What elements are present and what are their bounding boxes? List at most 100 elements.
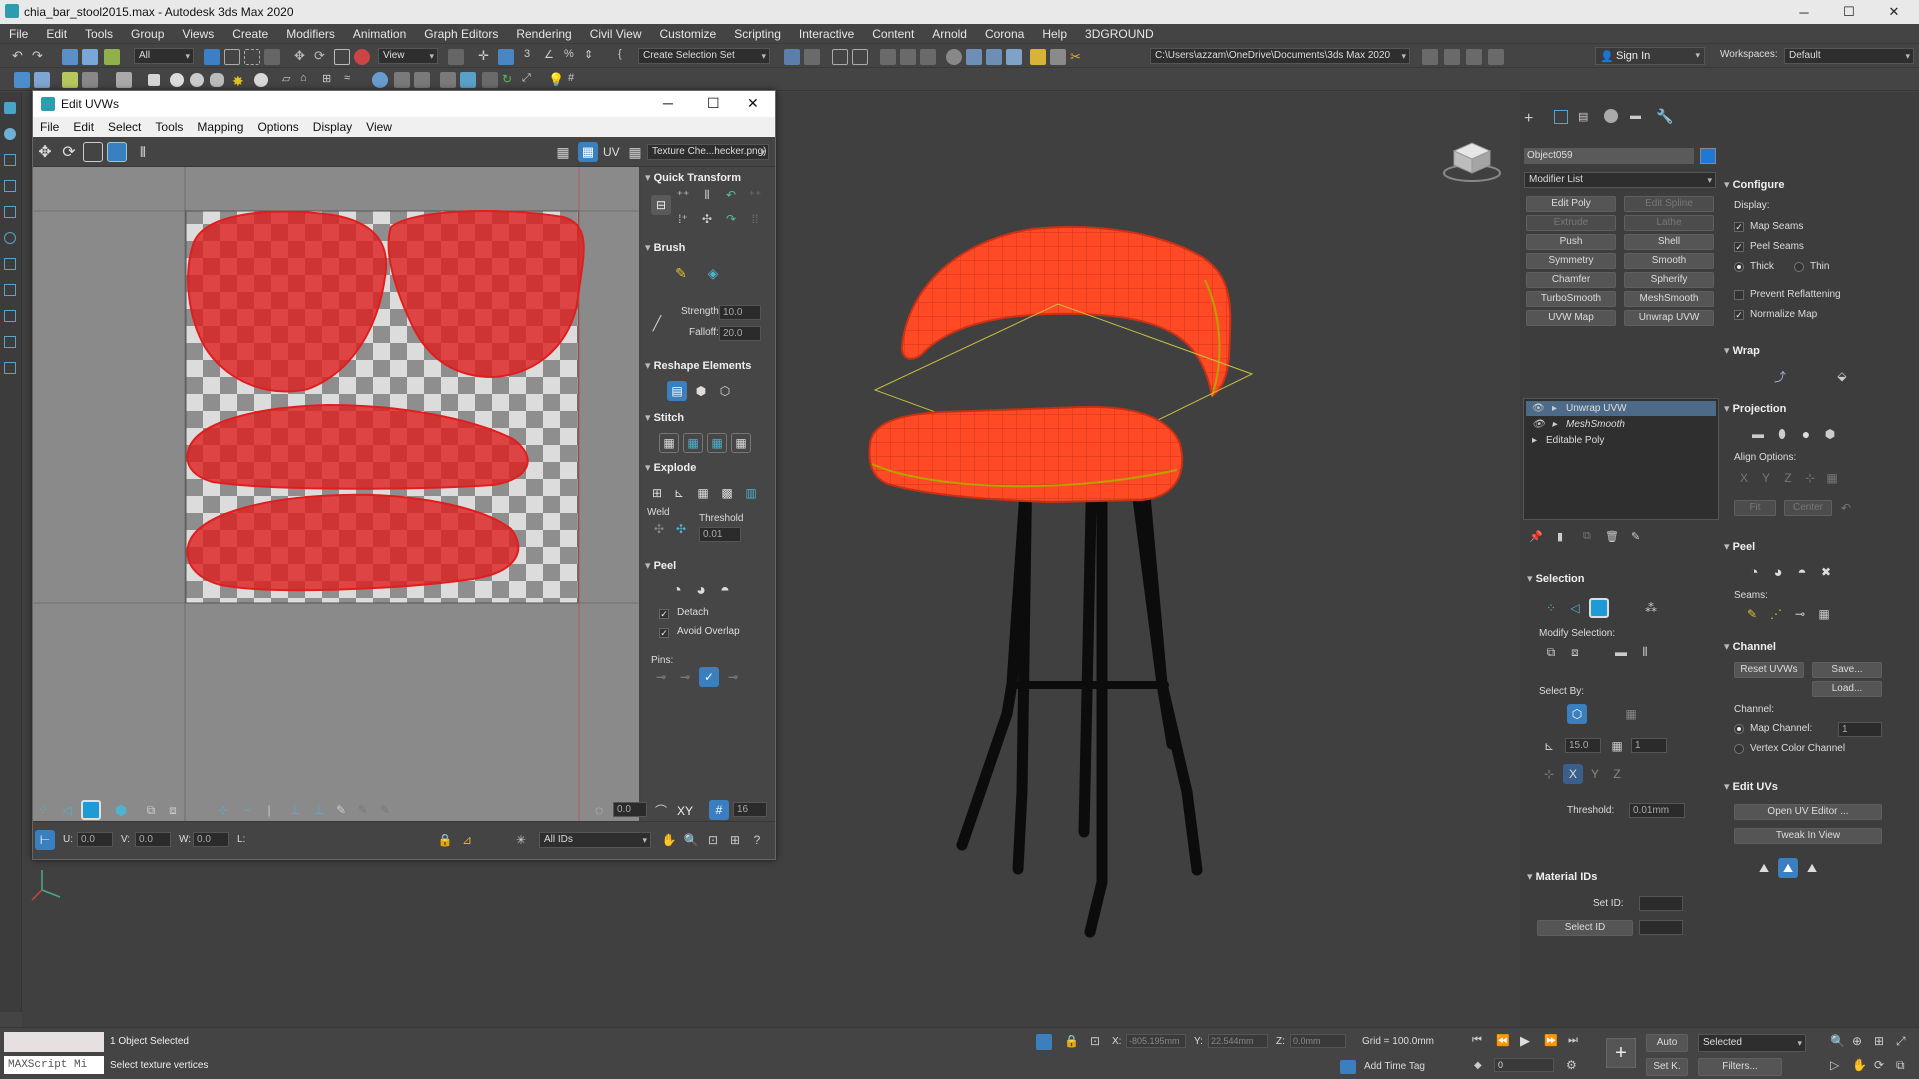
peel-seams-checkbox[interactable]: ✓ xyxy=(1734,242,1744,252)
x-coordinate-field[interactable]: -805.195mm xyxy=(1126,1034,1186,1048)
align-normal-icon[interactable]: ⊹ xyxy=(1800,468,1820,488)
select-id-spinner[interactable] xyxy=(1639,920,1683,935)
selection-threshold-spinner[interactable]: 0.01mm xyxy=(1629,803,1685,818)
checker-toggle-icon[interactable]: ▦ xyxy=(553,142,573,162)
spline-list-icon[interactable] xyxy=(4,336,16,348)
paint-move-icon[interactable]: ✎ xyxy=(671,263,691,283)
pan-icon[interactable]: ✋ xyxy=(659,830,679,850)
select-object-icon[interactable] xyxy=(204,49,220,65)
point-to-point-seams-icon[interactable]: ⋰ xyxy=(1766,604,1786,624)
redo-icon[interactable]: ↷ xyxy=(32,48,48,64)
globe-icon[interactable] xyxy=(372,72,388,88)
pin-peel-icon[interactable]: ✖ xyxy=(1816,562,1836,582)
edit-named-selection-icon[interactable]: { xyxy=(618,48,634,64)
edge-mode-icon[interactable]: ◁ xyxy=(57,800,77,820)
w-spinner[interactable]: 0.0 xyxy=(193,832,229,847)
menu-group[interactable]: Group xyxy=(122,27,173,41)
menu-tools[interactable]: Tools xyxy=(76,27,122,41)
turbosmooth-button[interactable]: TurboSmooth xyxy=(1526,291,1616,307)
vertex-color-channel-radio[interactable] xyxy=(1734,744,1744,754)
uv-menu-options[interactable]: Options xyxy=(250,120,305,134)
next-frame-icon[interactable]: ⏩ xyxy=(1544,1034,1558,1047)
uv-menu-mapping[interactable]: Mapping xyxy=(190,120,250,134)
lightbulb-icon[interactable]: 💡 xyxy=(548,72,564,88)
select-element-icon[interactable]: ⁂ xyxy=(1641,598,1661,618)
thin-radio[interactable] xyxy=(1794,262,1804,272)
stack-item-meshsmooth[interactable]: 👁 ▸ MeshSmooth xyxy=(1526,417,1716,432)
ribbon-populate-icon[interactable] xyxy=(116,72,132,88)
ribbon-freeform-icon[interactable] xyxy=(34,72,50,88)
u-spinner[interactable]: 0.0 xyxy=(77,832,113,847)
plane-icon[interactable]: ▱ xyxy=(282,72,298,88)
menu-arnold[interactable]: Arnold xyxy=(923,27,976,41)
flatten-by-angle-icon[interactable]: ⊾ xyxy=(669,483,689,503)
chamfer-button[interactable]: Chamfer xyxy=(1526,272,1616,288)
falloff-curve-icon[interactable]: ⌒ xyxy=(651,800,671,820)
space-horizontal-icon[interactable]: ✣ xyxy=(697,209,717,229)
scene-explorer-icon[interactable] xyxy=(832,49,848,65)
render-production-icon[interactable] xyxy=(1006,49,1022,65)
help-icon[interactable]: ? xyxy=(747,830,767,850)
map-seams-checkbox[interactable]: ✓ xyxy=(1734,222,1744,232)
close-button[interactable]: ✕ xyxy=(1871,0,1917,24)
menu-views[interactable]: Views xyxy=(173,27,223,41)
flatten-by-polygon-icon[interactable]: ▦ xyxy=(693,483,713,503)
edit-poly-button[interactable]: Edit Poly xyxy=(1526,196,1616,212)
key-filters-button[interactable]: Filters... xyxy=(1698,1058,1782,1076)
zoom-icon[interactable]: 🔍 xyxy=(681,830,701,850)
polygon-mode-icon[interactable] xyxy=(81,800,101,820)
expand-icon[interactable]: ▸ xyxy=(1552,417,1557,432)
save-uvws-button[interactable]: Save... xyxy=(1812,662,1882,678)
menu-3dground[interactable]: 3DGROUND xyxy=(1076,27,1163,41)
menu-modifiers[interactable]: Modifiers xyxy=(277,27,344,41)
go-to-end-icon[interactable]: ⏭ xyxy=(1568,1034,1578,1047)
flatten-by-material-icon[interactable]: ▥ xyxy=(741,483,761,503)
brush-rollout[interactable]: Brush xyxy=(645,241,769,257)
planar-map-icon[interactable]: ▬ xyxy=(1748,424,1768,444)
camera-list-icon[interactable] xyxy=(4,258,16,270)
render-in-cloud-icon[interactable] xyxy=(1030,49,1046,65)
reset-peel-icon[interactable]: ◓ xyxy=(715,581,735,601)
soft-selection-spinner[interactable]: 0.0 xyxy=(613,802,647,817)
pivot-icon[interactable] xyxy=(448,49,464,65)
menu-customize[interactable]: Customize xyxy=(651,27,726,41)
scissors-icon[interactable]: ✂ xyxy=(1070,49,1086,65)
time-tag-icon[interactable] xyxy=(1340,1060,1356,1074)
helper-icon[interactable]: ⊞ xyxy=(322,72,338,88)
uv-menu-file[interactable]: File xyxy=(33,120,66,134)
absolute-transform-icon[interactable]: ⊡ xyxy=(1090,1034,1100,1048)
texture-icon[interactable]: ▦ xyxy=(625,142,645,162)
mirror-icon[interactable] xyxy=(784,49,800,65)
pin-stack-icon[interactable]: 📌 xyxy=(1529,530,1543,543)
weld-threshold-spinner[interactable]: 0.01 xyxy=(699,527,741,542)
detach-checkbox[interactable]: ✓ xyxy=(659,609,669,619)
reset-projection-icon[interactable]: ↶ xyxy=(1836,498,1856,518)
isolate-icon[interactable] xyxy=(4,154,16,166)
render-setup-icon[interactable] xyxy=(966,49,982,65)
material-ids-header[interactable]: Material IDs xyxy=(1527,870,1598,883)
meshsmooth-button[interactable]: MeshSmooth xyxy=(1624,291,1714,307)
ignore-backfacing-icon[interactable]: ⬡ xyxy=(1567,704,1587,724)
uv-menu-select[interactable]: Select xyxy=(101,120,148,134)
menu-interactive[interactable]: Interactive xyxy=(790,27,863,41)
stitch-settings-icon[interactable]: ▦ xyxy=(731,433,751,453)
remove-modifier-icon[interactable]: 🗑 xyxy=(1605,530,1619,543)
workspace-dropdown[interactable]: Default xyxy=(1784,48,1914,64)
torus-icon[interactable] xyxy=(254,73,268,87)
unwrap-uvw-button[interactable]: Unwrap UVW xyxy=(1624,310,1714,326)
stitch-to-target-icon[interactable]: ▦ xyxy=(659,433,679,453)
utilities-tab-icon[interactable]: 🔧 xyxy=(1656,108,1673,125)
zoom-region-icon[interactable]: ⊡ xyxy=(703,830,723,850)
uv-maximize-button[interactable]: ☐ xyxy=(707,95,720,112)
box-icon[interactable] xyxy=(148,74,160,86)
modifier-list-dropdown[interactable]: Modifier List xyxy=(1524,172,1716,188)
configure-header[interactable]: Configure xyxy=(1724,178,1785,191)
set-id-spinner[interactable] xyxy=(1639,896,1683,911)
stitch-source-icon[interactable]: ▦ xyxy=(707,433,727,453)
vertex-mode-icon[interactable]: ⁘ xyxy=(33,800,53,820)
sphere-icon[interactable] xyxy=(170,73,184,87)
current-frame-field[interactable]: 0 xyxy=(1494,1058,1554,1072)
fit-button[interactable]: Fit xyxy=(1734,500,1776,516)
selection-lock-icon[interactable]: 🔒 xyxy=(1064,1034,1079,1048)
expand-icon[interactable]: ▸ xyxy=(1552,401,1557,416)
